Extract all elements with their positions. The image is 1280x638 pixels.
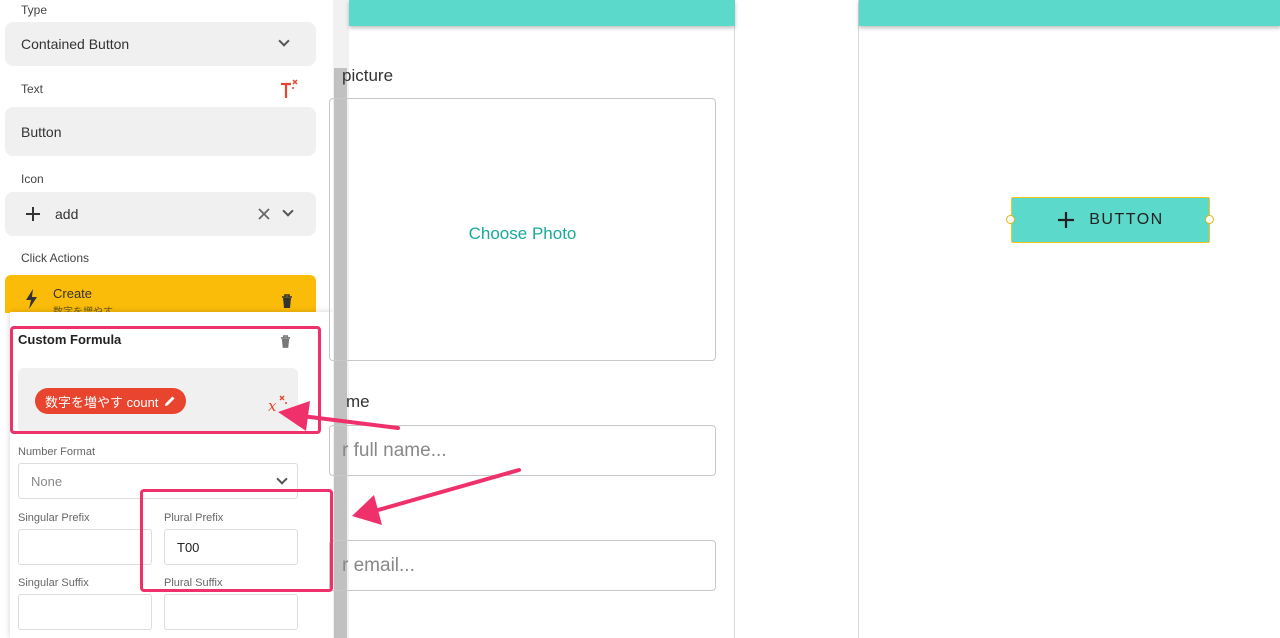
trash-icon[interactable] [281, 294, 293, 313]
form-screen-preview: picture Choose Photo me r full name... r… [329, 0, 735, 638]
plural-suffix-input[interactable] [164, 594, 298, 630]
screen-header [859, 0, 1280, 26]
email-placeholder: r email... [342, 555, 415, 576]
text-label: Text [21, 82, 44, 96]
magic-text-icon[interactable] [279, 78, 299, 105]
canvas-contained-button[interactable]: BUTTON [1011, 197, 1210, 243]
icon-select[interactable]: add [5, 192, 316, 236]
plus-icon [25, 206, 41, 227]
plus-icon [1058, 212, 1075, 228]
name-placeholder: r full name... [342, 440, 447, 461]
icon-label: Icon [21, 172, 44, 186]
email-input[interactable]: r email... [329, 540, 716, 591]
annotation-box-plural-prefix [140, 489, 333, 592]
name-input[interactable]: r full name... [329, 425, 716, 476]
number-format-value: None [31, 474, 63, 489]
screen-header [349, 0, 735, 26]
text-input[interactable]: Button [5, 107, 316, 156]
resize-handle-left[interactable] [1006, 215, 1015, 224]
photo-upload-box[interactable]: Choose Photo [329, 98, 716, 361]
annotation-box-formula [10, 326, 321, 434]
singular-prefix-input[interactable] [18, 529, 152, 565]
choose-photo-link[interactable]: Choose Photo [330, 224, 715, 244]
singular-suffix-label: Singular Suffix [18, 577, 89, 589]
chevron-down-icon[interactable] [282, 205, 294, 217]
action-item-create[interactable]: Create 数字を増やす [5, 275, 316, 313]
clear-icon[interactable] [258, 207, 270, 225]
number-format-label: Number Format [18, 446, 96, 458]
chevron-down-icon [278, 35, 290, 47]
canvas-screen-preview: BUTTON [858, 0, 1280, 638]
resize-handle-right[interactable] [1205, 215, 1214, 224]
name-label: me [346, 392, 370, 411]
click-actions-label: Click Actions [21, 251, 90, 265]
lightning-icon [25, 289, 39, 313]
singular-suffix-input[interactable] [18, 594, 152, 630]
type-label: Type [21, 3, 48, 17]
type-select[interactable]: Contained Button [5, 22, 316, 66]
canvas-button-label: BUTTON [1089, 211, 1164, 228]
singular-prefix-label: Singular Prefix [18, 512, 90, 524]
text-value: Button [21, 124, 62, 140]
icon-value: add [55, 206, 79, 222]
chevron-down-icon [276, 473, 288, 485]
action-title: Create [53, 286, 93, 301]
type-value: Contained Button [21, 36, 130, 52]
picture-label: picture [342, 66, 394, 85]
